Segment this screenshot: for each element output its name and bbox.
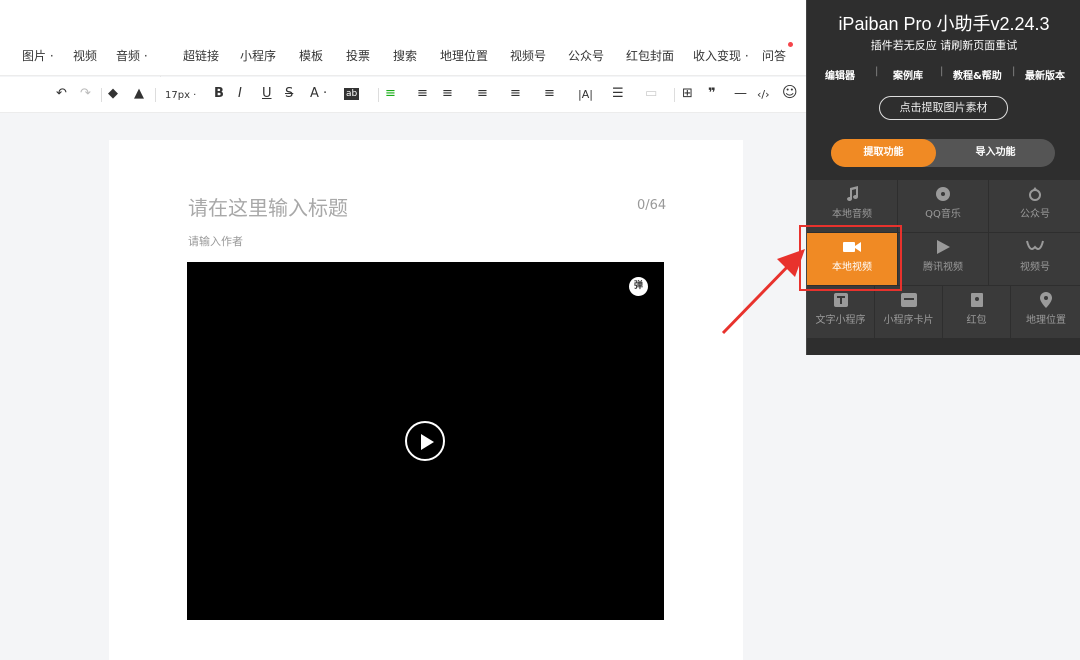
- align-center-icon[interactable]: ≡: [442, 86, 453, 102]
- menu-image[interactable]: 图片 ·: [22, 47, 54, 64]
- play-icon: [421, 434, 434, 450]
- panel-subtitle: 插件若无反应 请刷新页面重试: [870, 39, 1018, 52]
- italic-button[interactable]: I: [238, 86, 242, 102]
- grid-label: 公众号: [1020, 209, 1050, 220]
- menu-hyperlink[interactable]: 超链接: [183, 47, 219, 64]
- strikethrough-button[interactable]: S: [285, 86, 293, 102]
- list-icon[interactable]: ☰: [612, 86, 624, 102]
- paragraph-spacing-icon[interactable]: ≡: [544, 86, 555, 102]
- panel-title: iPaiban Pro 小助手v2.24.3: [838, 14, 1050, 34]
- toolbar-divider: [155, 88, 156, 102]
- tab-import[interactable]: 导入功能: [936, 139, 1055, 167]
- menu-vote[interactable]: 投票: [346, 47, 370, 64]
- align-right-icon[interactable]: ≡: [477, 86, 488, 102]
- eraser-icon[interactable]: ◆: [108, 86, 118, 102]
- grid-label: 红包: [966, 315, 987, 326]
- grid-tencent-video[interactable]: 腾讯视频: [898, 233, 988, 285]
- text-t-icon: [807, 292, 874, 308]
- red-packet-icon: [943, 292, 1010, 308]
- channels-icon: [989, 239, 1080, 255]
- grid-label: 地理位置: [1026, 315, 1066, 326]
- menu-mini-program[interactable]: 小程序: [240, 47, 276, 64]
- title-input[interactable]: 请在这里输入标题: [188, 192, 348, 221]
- play-button[interactable]: [405, 421, 445, 461]
- font-color-button[interactable]: A ·: [310, 86, 327, 102]
- link-editor[interactable]: 编辑器: [825, 67, 855, 82]
- grid-channels[interactable]: 视频号: [989, 233, 1080, 285]
- title-char-count: 0/64: [637, 198, 667, 213]
- menu-channels[interactable]: 视频号: [510, 47, 546, 64]
- grid-official-account[interactable]: 公众号: [989, 180, 1080, 232]
- link-divider: |: [940, 66, 944, 77]
- author-input[interactable]: 请输入作者: [188, 233, 243, 249]
- card-icon: [875, 292, 942, 308]
- bg-color-button[interactable]: ab: [344, 88, 360, 100]
- menu-red-packet-cover[interactable]: 红包封面: [626, 47, 674, 64]
- video-player[interactable]: 弹: [187, 262, 664, 620]
- annotation-arrow: [721, 249, 805, 335]
- danmu-icon[interactable]: 弹: [629, 277, 648, 296]
- location-pin-icon: [1011, 292, 1080, 308]
- grid-label: 腾讯视频: [923, 262, 963, 273]
- link-divider: |: [875, 66, 879, 77]
- menu-audio[interactable]: 音频 ·: [116, 47, 148, 64]
- grid-red-packet[interactable]: 红包: [943, 286, 1010, 338]
- annotation-highlight-box: [799, 225, 902, 291]
- music-note-icon: [807, 186, 897, 202]
- toolbar-divider: [674, 88, 675, 102]
- line-height-icon[interactable]: ≡: [510, 86, 521, 102]
- redo-icon[interactable]: ↷: [80, 86, 91, 102]
- grid-label: QQ音乐: [925, 209, 961, 220]
- grid-label: 视频号: [1020, 262, 1050, 273]
- emoji-icon[interactable]: ☺: [782, 84, 798, 100]
- more-disabled-icon[interactable]: ▭: [645, 86, 657, 102]
- link-cases[interactable]: 案例库: [893, 67, 923, 82]
- grid-label: 本地音频: [832, 209, 872, 220]
- toolbar-divider: [101, 88, 102, 102]
- menu-qa[interactable]: 问答: [762, 47, 786, 64]
- grid-label: 文字小程序: [815, 315, 866, 326]
- link-tutorial[interactable]: 教程&帮助: [953, 67, 1002, 82]
- menu-official-account[interactable]: 公众号: [568, 47, 604, 64]
- font-size-select[interactable]: 17px ·: [165, 88, 196, 104]
- wechat-official-icon: [989, 186, 1080, 202]
- format-painter-icon[interactable]: ▲: [134, 86, 144, 102]
- extract-images-button[interactable]: 点击提取图片素材: [879, 96, 1008, 120]
- qq-music-icon: [898, 186, 988, 202]
- undo-icon[interactable]: ↶: [56, 86, 67, 102]
- table-icon[interactable]: ⊞: [682, 86, 693, 102]
- letter-spacing-button[interactable]: |A|: [578, 87, 593, 103]
- align-left-icon[interactable]: ≡: [385, 86, 396, 102]
- tencent-video-icon: [898, 239, 988, 255]
- code-icon[interactable]: ‹/›: [757, 87, 770, 103]
- menu-location[interactable]: 地理位置: [440, 47, 488, 64]
- function-switch: 提取功能 导入功能: [831, 139, 1055, 167]
- underline-button[interactable]: U: [262, 86, 272, 102]
- grid-qq-music[interactable]: QQ音乐: [898, 180, 988, 232]
- link-latest-version[interactable]: 最新版本: [1025, 67, 1065, 82]
- menu-template[interactable]: 模板: [299, 47, 323, 64]
- indent-icon[interactable]: ≡: [417, 86, 428, 102]
- menu-monetize[interactable]: 收入变现 ·: [693, 47, 749, 64]
- menu-video[interactable]: 视频: [73, 47, 97, 64]
- notification-dot: [788, 42, 793, 47]
- grid-label: 小程序卡片: [883, 315, 934, 326]
- tab-extract[interactable]: 提取功能: [831, 139, 936, 167]
- quote-icon[interactable]: ❞: [708, 86, 716, 102]
- horizontal-rule-icon[interactable]: —: [734, 86, 747, 102]
- toolbar-divider: [378, 88, 379, 102]
- link-divider: |: [1012, 66, 1016, 77]
- grid-text-mini-program[interactable]: 文字小程序: [807, 286, 874, 338]
- ipaiban-assistant-panel: iPaiban Pro 小助手v2.24.3 插件若无反应 请刷新页面重试 编辑…: [806, 0, 1080, 355]
- grid-location[interactable]: 地理位置: [1011, 286, 1080, 338]
- bold-button[interactable]: B: [214, 86, 224, 102]
- grid-mini-program-card[interactable]: 小程序卡片: [875, 286, 942, 338]
- menu-search[interactable]: 搜索: [393, 47, 417, 64]
